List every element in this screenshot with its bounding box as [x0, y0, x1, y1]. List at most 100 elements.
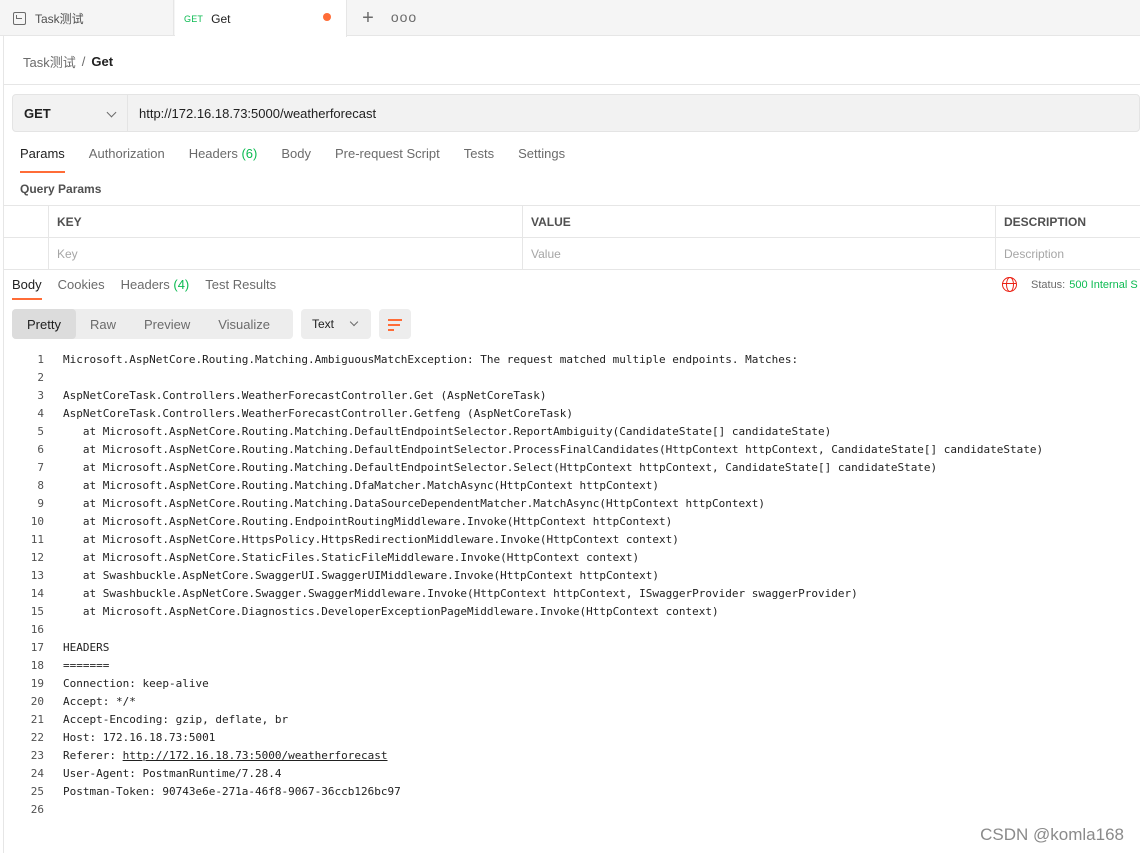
line-number: 21 [30, 713, 44, 726]
chevron-down-icon [106, 107, 117, 118]
request-tabs: Params Authorization Headers (6) Body Pr… [20, 146, 589, 173]
line-text: AspNetCoreTask.Controllers.WeatherForeca… [63, 407, 573, 420]
line-text: at Microsoft.AspNetCore.HttpsPolicy.Http… [63, 533, 679, 546]
referer-link[interactable]: http://172.16.18.73:5000/weatherforecast [123, 747, 388, 765]
response-tab-test-results[interactable]: Test Results [205, 277, 276, 300]
line-text: Connection: keep-alive [63, 677, 209, 690]
line-number: 8 [37, 479, 44, 492]
new-tab-plus-icon[interactable]: + [356, 6, 380, 30]
code-line: 16 [0, 621, 1140, 639]
line-number: 18 [30, 659, 44, 672]
line-number: 5 [37, 425, 44, 438]
code-line: 26 [0, 801, 1140, 819]
code-line: 13 at Swashbuckle.AspNetCore.SwaggerUI.S… [0, 567, 1140, 585]
line-number: 19 [30, 677, 44, 690]
table-header-row: KEY VALUE DESCRIPTION [4, 206, 1140, 238]
tab-headers-count: (6) [241, 146, 258, 161]
status-value[interactable]: 500 Internal S [1069, 279, 1138, 291]
status-label: Status: [1031, 278, 1066, 291]
more-options-icon[interactable]: ooo [391, 5, 416, 29]
line-text: User-Agent: PostmanRuntime/7.28.4 [63, 767, 282, 780]
tab-params[interactable]: Params [20, 146, 65, 173]
tab-authorization[interactable]: Authorization [89, 146, 165, 170]
code-line: 2 [0, 369, 1140, 387]
code-line: 7 at Microsoft.AspNetCore.Routing.Matchi… [0, 459, 1140, 477]
line-number: 16 [30, 623, 44, 636]
response-tab-body[interactable]: Body [12, 277, 42, 300]
code-line: 1 Microsoft.AspNetCore.Routing.Matching.A… [0, 351, 1140, 369]
line-number: 24 [30, 767, 44, 780]
url-bar: GET http://172.16.18.73:5000/weatherfore… [12, 94, 1140, 132]
code-line: 12 at Microsoft.AspNetCore.StaticFiles.S… [0, 549, 1140, 567]
line-text: Host: 172.16.18.73:5001 [63, 731, 216, 744]
code-line: 5 at Microsoft.AspNetCore.Routing.Matchi… [0, 423, 1140, 441]
line-number: 12 [30, 551, 44, 564]
tab-get-request[interactable]: GET Get [175, 0, 347, 37]
wrap-lines-button[interactable] [379, 309, 411, 339]
line-text: at Microsoft.AspNetCore.StaticFiles.Stat… [63, 551, 640, 564]
line-number: 14 [30, 587, 44, 600]
tab-headers-label: Headers [188, 146, 238, 161]
breadcrumb-parent[interactable]: Task测试 [23, 52, 76, 71]
format-select[interactable]: Text [301, 309, 371, 339]
line-text: Microsoft.AspNetCore.Routing.Matching.Am… [63, 353, 799, 366]
tab-settings[interactable]: Settings [518, 146, 565, 170]
tab-tests[interactable]: Tests [464, 146, 494, 170]
row-checkbox-cell [4, 238, 48, 270]
line-text: Referer: [63, 749, 123, 762]
url-input[interactable]: http://172.16.18.73:5000/weatherforecast [139, 95, 1129, 131]
line-number: 9 [37, 497, 44, 510]
tab-prerequest-script[interactable]: Pre-request Script [335, 146, 440, 170]
line-number: 3 [37, 389, 44, 402]
unsaved-dot-icon [323, 13, 331, 21]
description-input[interactable]: Description [995, 238, 1140, 270]
line-number: 11 [30, 533, 44, 546]
line-text: Accept-Encoding: gzip, deflate, br [63, 713, 289, 726]
line-number: 26 [30, 803, 44, 816]
code-line: 25 Postman-Token: 90743e6e-271a-46f8-9067… [0, 783, 1140, 801]
breadcrumb: Task测试 / Get [23, 52, 113, 71]
line-text: at Microsoft.AspNetCore.Routing.Matching… [63, 443, 1044, 456]
code-line: 20 Accept: */* [0, 693, 1140, 711]
query-params-table: KEY VALUE DESCRIPTION Key Value Descript… [4, 205, 1140, 270]
tab-headers[interactable]: Headers (6) [189, 146, 258, 170]
tab-task-test[interactable]: Task测试 [0, 0, 174, 36]
response-tab-cookies[interactable]: Cookies [58, 277, 105, 300]
column-description: DESCRIPTION [995, 206, 1140, 238]
line-number: 23 [30, 749, 44, 762]
table-row: Key Value Description [4, 238, 1140, 270]
view-visualize-button[interactable]: Visualize [204, 309, 284, 339]
view-preview-button[interactable]: Preview [130, 309, 204, 339]
method-select[interactable]: GET [13, 95, 128, 131]
response-body-code[interactable]: 1 Microsoft.AspNetCore.Routing.Matching.A… [0, 351, 1140, 819]
code-line: 6 at Microsoft.AspNetCore.Routing.Matchi… [0, 441, 1140, 459]
line-number: 7 [37, 461, 44, 474]
code-line: 9 at Microsoft.AspNetCore.Routing.Matchi… [0, 495, 1140, 513]
line-text: at Swashbuckle.AspNetCore.Swagger.Swagge… [63, 587, 858, 600]
column-value: VALUE [522, 206, 995, 238]
tab-body[interactable]: Body [281, 146, 311, 170]
line-text: Accept: */* [63, 695, 136, 708]
response-tabs: Body Cookies Headers (4) Test Results [12, 277, 292, 300]
globe-icon[interactable] [1002, 277, 1017, 292]
code-line: 4 AspNetCoreTask.Controllers.WeatherForec… [0, 405, 1140, 423]
line-text: at Microsoft.AspNetCore.Routing.Endpoint… [63, 515, 673, 528]
code-line: 3 AspNetCoreTask.Controllers.WeatherForec… [0, 387, 1140, 405]
response-status: Status: 500 Internal S [1002, 277, 1138, 292]
tab-title: Get [211, 11, 231, 26]
divider [4, 84, 1140, 85]
code-line: 17 HEADERS [0, 639, 1140, 657]
key-input[interactable]: Key [48, 238, 522, 270]
value-input[interactable]: Value [522, 238, 995, 270]
response-tab-headers[interactable]: Headers (4) [121, 277, 190, 300]
line-number: 25 [30, 785, 44, 798]
breadcrumb-separator: / [81, 54, 86, 69]
wrap-icon [388, 319, 402, 321]
line-text: HEADERS [63, 641, 110, 654]
view-raw-button[interactable]: Raw [76, 309, 130, 339]
view-pretty-button[interactable]: Pretty [12, 309, 76, 339]
line-text: Postman-Token: 90743e6e-271a-46f8-9067-3… [63, 785, 401, 798]
breadcrumb-current[interactable]: Get [91, 54, 113, 69]
code-line: 23 Referer: http://172.16.18.73:5000/weat… [0, 747, 1140, 765]
code-line: 11 at Microsoft.AspNetCore.HttpsPolicy.H… [0, 531, 1140, 549]
